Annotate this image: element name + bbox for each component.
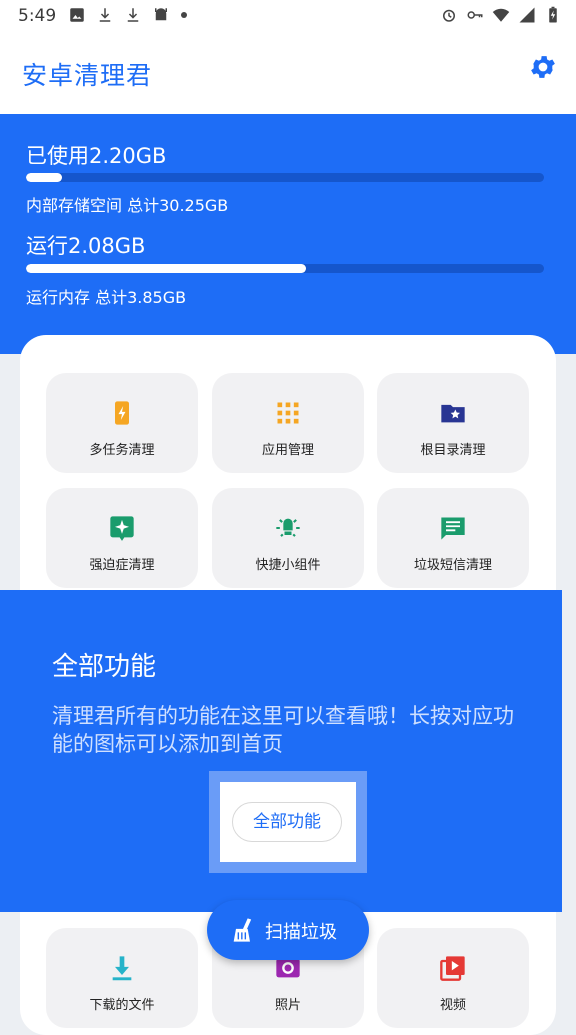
grid-icon [277, 402, 299, 424]
tile-label: 垃圾短信清理 [413, 558, 492, 573]
message-icon [441, 517, 465, 540]
dot-icon [181, 12, 187, 18]
tile-spam-sms-clean[interactable]: 垃圾短信清理 [377, 488, 529, 588]
tile-label: 照片 [274, 998, 301, 1013]
memory-progress-fill [26, 264, 306, 273]
memory-detail: 运行内存 总计3.85GB [26, 288, 187, 307]
battery-charging-icon [549, 6, 557, 23]
storage-detail: 内部存储空间 总计30.25GB [26, 196, 229, 215]
tile-label: 强迫症清理 [89, 558, 155, 573]
storage-progress-bar [26, 173, 544, 182]
tile-label: 快捷小组件 [255, 558, 321, 573]
broom-icon [233, 918, 252, 942]
bulb-icon [276, 518, 300, 537]
tile-shortcut-widget[interactable]: 快捷小组件 [212, 488, 364, 588]
memory-progress-bar [26, 264, 544, 273]
tile-label: 下载的文件 [89, 998, 155, 1013]
status-bar: 5:49 [0, 0, 576, 32]
app-bar: 安卓清理君 [0, 32, 576, 114]
tile-ocd-clean[interactable]: 强迫症清理 [46, 488, 198, 588]
wifi-icon [492, 8, 510, 22]
status-time: 5:49 [18, 6, 57, 26]
alarm-icon [443, 9, 455, 22]
tile-label: 应用管理 [261, 443, 314, 458]
tile-videos[interactable]: 视频 [377, 928, 529, 1028]
storage-used-label: 已使用2.20GB [26, 144, 167, 168]
tile-downloads[interactable]: 下载的文件 [46, 928, 198, 1028]
guide-highlight-frame: 全部功能 [209, 771, 367, 873]
folder-star-icon [441, 404, 465, 423]
guide-highlight-area: 全部功能 [220, 782, 356, 862]
scan-junk-label: 扫描垃圾 [265, 922, 337, 943]
storage-panel: 已使用2.20GB 内部存储空间 总计30.25GB 运行2.08GB 运行内存… [0, 114, 576, 354]
image-icon [70, 8, 84, 22]
gear-icon[interactable] [528, 52, 558, 82]
tile-root-clean[interactable]: 根目录清理 [377, 373, 529, 473]
feature-guide-overlay[interactable]: 全部功能 清理君所有的功能在这里可以查看哦！长按对应功能的图标可以添加到首页 全… [0, 590, 562, 912]
tile-app-manager[interactable]: 应用管理 [212, 373, 364, 473]
vpn-key-icon [467, 11, 483, 19]
signal-icon [519, 7, 535, 23]
sparkle-icon [110, 516, 134, 541]
download-tile-icon [112, 956, 132, 981]
guide-description: 清理君所有的功能在这里可以查看哦！长按对应功能的图标可以添加到首页 [52, 704, 514, 756]
scan-junk-button[interactable]: 扫描垃圾 [207, 900, 369, 960]
android-icon [155, 8, 167, 21]
tile-label: 视频 [439, 998, 466, 1013]
download-icon [99, 8, 111, 22]
download-icon [127, 8, 139, 22]
video-library-icon [440, 956, 465, 981]
phone-bolt-icon [115, 401, 129, 425]
storage-progress-fill [26, 173, 63, 182]
memory-used-label: 运行2.08GB [26, 234, 146, 258]
all-features-button[interactable]: 全部功能 [232, 802, 342, 842]
guide-title: 全部功能 [52, 652, 157, 682]
tile-label: 根目录清理 [420, 443, 486, 458]
app-title: 安卓清理君 [22, 61, 153, 90]
tile-label: 多任务清理 [89, 443, 155, 458]
tile-multitask-clean[interactable]: 多任务清理 [46, 373, 198, 473]
